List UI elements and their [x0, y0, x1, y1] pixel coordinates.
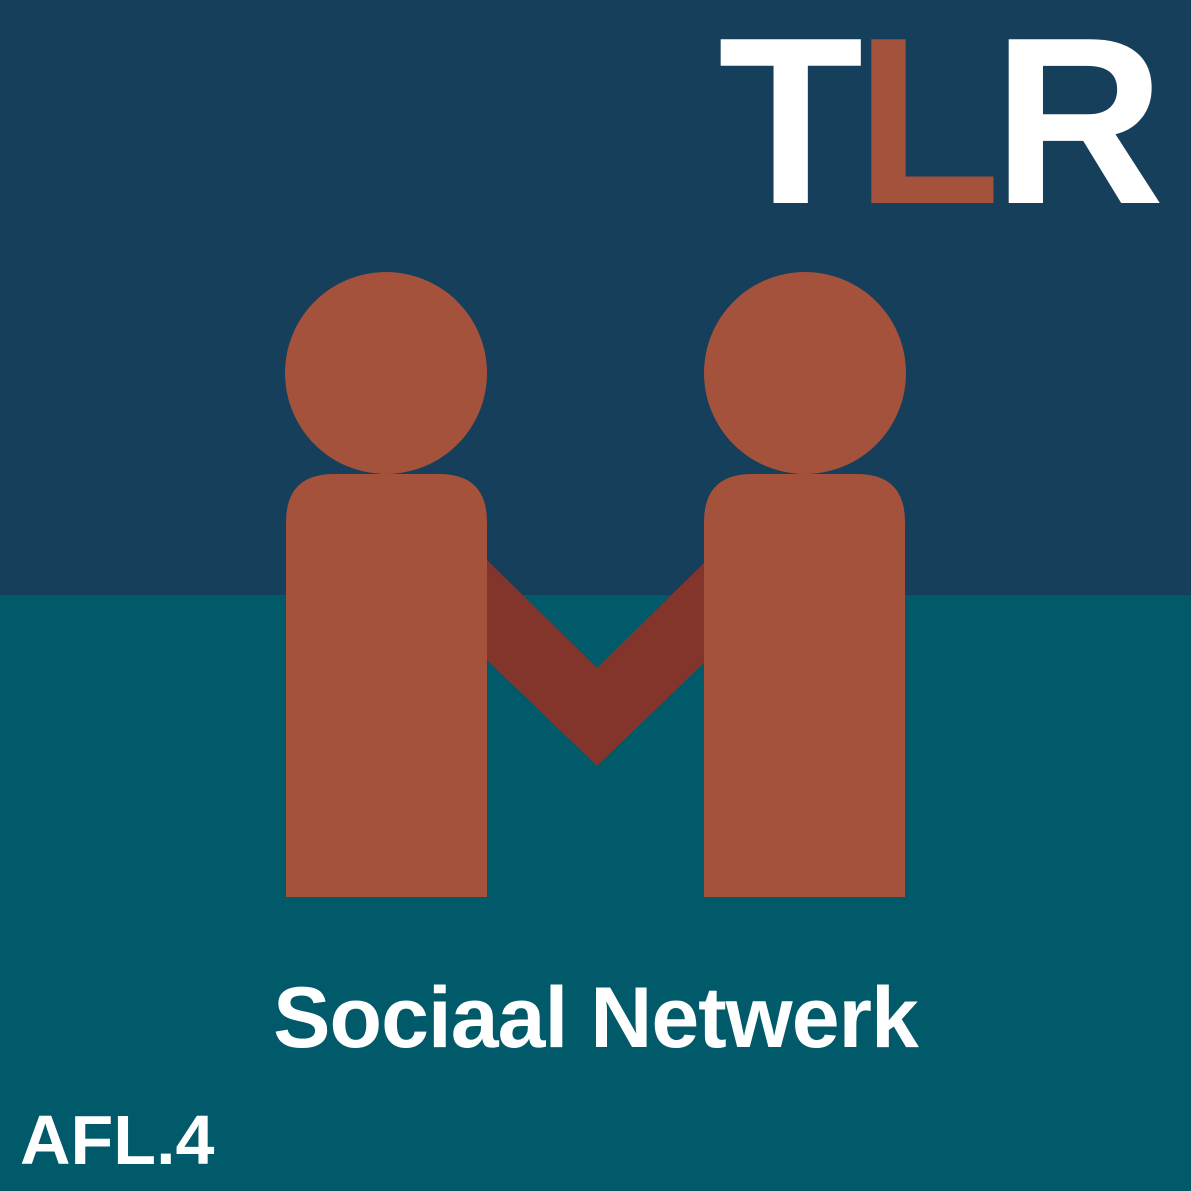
right-person-body — [704, 474, 905, 897]
podcast-cover: TLR Sociaal Netwerk AFL.4 — [0, 0, 1191, 1191]
joined-arms — [487, 560, 707, 766]
left-person-head — [285, 272, 487, 474]
left-person-body — [286, 474, 487, 897]
right-person-head — [704, 272, 906, 474]
episode-title: Sociaal Netwerk — [273, 970, 919, 1066]
episode-number-label: AFL.4 — [20, 1101, 215, 1179]
